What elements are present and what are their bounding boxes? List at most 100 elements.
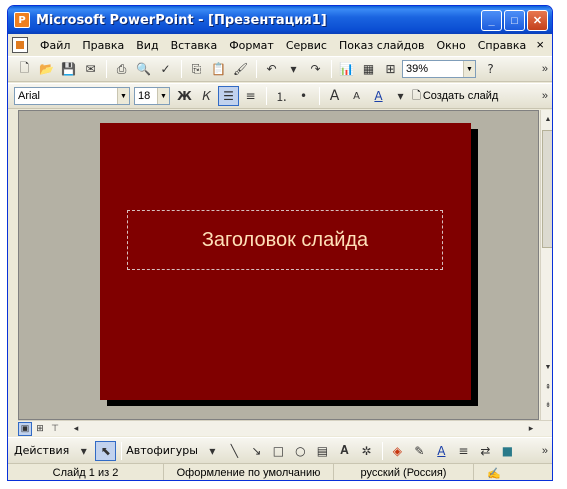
print-preview-icon[interactable]: 🔍	[133, 59, 154, 79]
select-pointer-icon[interactable]: ⬉	[95, 440, 117, 461]
slide-counter: Слайд 1 из 2	[8, 464, 164, 480]
spelling-status-icon[interactable]: ✍	[474, 464, 514, 480]
toolbar-separator	[266, 87, 267, 105]
permission-icon[interactable]: ✉	[80, 59, 101, 79]
rectangle-icon[interactable]: □	[268, 441, 289, 461]
toolbar-separator	[181, 60, 182, 78]
slideshow-view-icon[interactable]: ⊤	[48, 422, 62, 436]
decrease-font-icon[interactable]: A	[346, 86, 367, 106]
toolbar-options-icon[interactable]: »	[542, 445, 548, 457]
document-icon[interactable]	[12, 37, 28, 53]
language-indicator: русский (Россия)	[334, 464, 474, 480]
bullets-icon[interactable]: •	[293, 86, 314, 106]
title-bar[interactable]: P Microsoft PowerPoint - [Презентация1] …	[8, 6, 552, 34]
view-and-horizontal-scrollbar: ▣ ⊞ ⊤ ◂ ▸	[18, 420, 552, 436]
format-painter-icon[interactable]: 🖌	[230, 59, 251, 79]
powerpoint-app-icon[interactable]: P	[14, 12, 30, 28]
autoshapes-dropdown-icon[interactable]: ▾	[202, 441, 223, 461]
align-left-icon[interactable]: ☰	[218, 86, 239, 106]
menu-window[interactable]: Окно	[431, 39, 472, 52]
chevron-down-icon[interactable]: ▼	[117, 88, 129, 104]
zoom-select[interactable]: 39% ▼	[402, 60, 476, 78]
copy-icon[interactable]: ⎘	[186, 59, 207, 79]
font-color-icon[interactable]: A	[368, 86, 389, 106]
line-style-icon[interactable]: ≡	[453, 441, 474, 461]
font-select[interactable]: Arial ▼	[14, 87, 130, 105]
menu-edit[interactable]: Правка	[76, 39, 130, 52]
spelling-icon[interactable]: ✓	[155, 59, 176, 79]
save-icon[interactable]: 💾	[58, 59, 79, 79]
slide-title-placeholder[interactable]: Заголовок слайда	[127, 210, 443, 270]
line-color-icon[interactable]: ✎	[409, 441, 430, 461]
create-slide-label: Создать слайд	[422, 90, 499, 102]
print-icon[interactable]: ⎙	[111, 59, 132, 79]
chevron-down-icon[interactable]: ▼	[463, 61, 475, 77]
font-color-draw-icon[interactable]: A	[431, 441, 452, 461]
bold-button[interactable]: Ж	[174, 86, 195, 106]
maximize-button[interactable]: □	[504, 10, 525, 31]
toolbar-options-icon[interactable]: »	[542, 90, 548, 102]
vertical-scrollbar[interactable]: ▲ ▼ ⇞ ⇟	[540, 110, 552, 420]
minimize-button[interactable]: _	[481, 10, 502, 31]
paste-icon[interactable]: 📋	[208, 59, 229, 79]
powerpoint-window: P Microsoft PowerPoint - [Презентация1] …	[7, 5, 553, 481]
help-icon[interactable]: ?	[480, 59, 501, 79]
scroll-right-icon[interactable]: ▸	[524, 422, 538, 436]
new-document-icon[interactable]: 🗋	[14, 59, 35, 79]
font-color-dropdown-icon[interactable]: ▾	[390, 86, 411, 106]
close-button[interactable]: ✕	[527, 10, 548, 31]
toolbar-separator	[319, 87, 320, 105]
menu-help[interactable]: Справка	[472, 39, 532, 52]
insert-table-icon[interactable]: ▦	[358, 59, 379, 79]
chevron-down-icon[interactable]: ▼	[157, 88, 169, 104]
oval-icon[interactable]: ○	[290, 441, 311, 461]
menu-slideshow[interactable]: Показ слайдов	[333, 39, 431, 52]
font-value: Arial	[18, 90, 41, 102]
toolbar-options-icon[interactable]: »	[542, 63, 548, 75]
scroll-down-icon[interactable]: ▼	[541, 360, 552, 374]
fill-color-icon[interactable]: ◈	[387, 441, 408, 461]
slide[interactable]: Заголовок слайда	[100, 123, 471, 400]
open-folder-icon[interactable]: 📂	[36, 59, 57, 79]
shadow-icon[interactable]: ■	[497, 441, 518, 461]
window-title: Microsoft PowerPoint - [Презентация1]	[36, 12, 327, 28]
previous-slide-icon[interactable]: ⇞	[541, 380, 552, 394]
formatting-toolbar: Arial ▼ 18 ▼ Ж К ☰ ≡ ⒈ • A A A ▾ 🗋 Созда…	[8, 83, 552, 109]
document-close-button[interactable]: ×	[536, 37, 544, 52]
toolbar-separator	[106, 60, 107, 78]
next-slide-icon[interactable]: ⇟	[541, 398, 552, 412]
dash-style-icon[interactable]: ⇄	[475, 441, 496, 461]
redo-icon[interactable]: ↷	[305, 59, 326, 79]
scroll-thumb[interactable]	[542, 130, 552, 248]
italic-button[interactable]: К	[196, 86, 217, 106]
menu-view[interactable]: Вид	[130, 39, 164, 52]
menu-format[interactable]: Формат	[223, 39, 280, 52]
wordart-icon[interactable]: 𝐀	[334, 441, 355, 461]
slide-editing-area[interactable]: Заголовок слайда	[18, 110, 539, 420]
menu-bar: Файл Правка Вид Вставка Формат Сервис По…	[8, 34, 552, 56]
actions-dropdown-icon[interactable]: ▾	[73, 441, 94, 461]
diagram-icon[interactable]: ✲	[356, 441, 377, 461]
autoshapes-menu[interactable]: Автофигуры	[126, 444, 198, 457]
insert-chart-icon[interactable]: 📊	[336, 59, 357, 79]
normal-view-icon[interactable]: ▣	[18, 421, 32, 436]
align-center-icon[interactable]: ≡	[240, 86, 261, 106]
undo-icon[interactable]: ↶	[261, 59, 282, 79]
slide-sorter-icon[interactable]: ⊞	[33, 422, 47, 436]
font-size-select[interactable]: 18 ▼	[134, 87, 170, 105]
numbering-icon[interactable]: ⒈	[271, 86, 292, 106]
menu-insert[interactable]: Вставка	[165, 39, 224, 52]
grid-icon[interactable]: ⊞	[380, 59, 401, 79]
arrow-icon[interactable]: ↘	[246, 441, 267, 461]
standard-toolbar: 🗋 📂 💾 ✉ ⎙ 🔍 ✓ ⎘ 📋 🖌 ↶ ▾ ↷ 📊 ▦ ⊞ 39% ▼ ? …	[8, 56, 552, 82]
menu-file[interactable]: Файл	[34, 39, 76, 52]
scroll-left-icon[interactable]: ◂	[69, 422, 83, 436]
menu-tools[interactable]: Сервис	[280, 39, 333, 52]
create-slide-button[interactable]: 🗋 Создать слайд	[412, 87, 498, 106]
scroll-up-icon[interactable]: ▲	[541, 112, 552, 126]
undo-dropdown-icon[interactable]: ▾	[283, 59, 304, 79]
increase-font-icon[interactable]: A	[324, 86, 345, 106]
actions-menu[interactable]: Действия	[14, 444, 69, 457]
line-icon[interactable]: ╲	[224, 441, 245, 461]
text-box-icon[interactable]: ▤	[312, 441, 333, 461]
